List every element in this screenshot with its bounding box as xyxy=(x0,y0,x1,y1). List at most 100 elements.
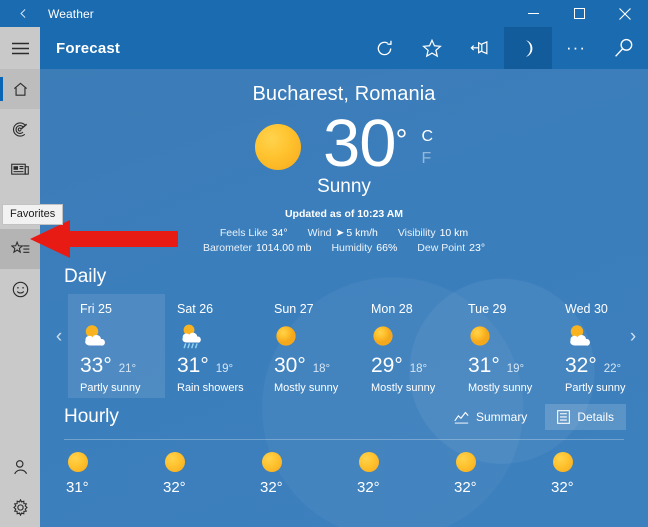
updated-timestamp: Updated as of 10:23 AM xyxy=(284,208,404,220)
current-conditions-row: 30 ° C F xyxy=(40,110,648,178)
sidebar-item-settings[interactable] xyxy=(0,487,40,527)
day-temps: 32° 22° xyxy=(565,354,648,378)
daily-card-sun-27[interactable]: Sun 27 30° 18° Mostly sunny xyxy=(262,294,359,398)
sunny-icon xyxy=(274,323,359,349)
more-options-button[interactable]: ··· xyxy=(552,27,600,69)
detail-barometer: Barometer 1014.00 mb xyxy=(203,242,312,254)
detail-label: Barometer xyxy=(202,242,252,254)
night-mode-button[interactable] xyxy=(504,27,552,69)
page-title: Forecast xyxy=(56,39,121,57)
day-high: 29° xyxy=(371,354,403,377)
day-temps: 30° 18° xyxy=(274,354,359,378)
detail-label: Humidity xyxy=(331,242,373,254)
details-button[interactable]: Details xyxy=(545,404,626,430)
day-low: 22° xyxy=(603,363,622,375)
daily-prev-button[interactable]: ‹ xyxy=(50,326,68,348)
sunny-icon xyxy=(68,452,88,472)
person-icon xyxy=(12,459,29,476)
hourly-cell[interactable]: 32° xyxy=(258,452,355,496)
current-temperature: 30 xyxy=(322,106,397,181)
radar-icon xyxy=(12,121,29,138)
day-high: 32° xyxy=(565,354,597,377)
day-label: Fri 25 xyxy=(80,302,112,316)
day-temps: 29° 18° xyxy=(371,354,456,378)
back-button[interactable] xyxy=(0,0,46,27)
details-label: Details xyxy=(577,410,614,424)
refresh-icon xyxy=(375,39,394,58)
day-description: Partly sunny xyxy=(565,382,626,394)
detail-value: 10 km xyxy=(439,227,469,239)
wind-speed: 5 km/h xyxy=(346,227,378,239)
detail-value: 1014.00 mb xyxy=(255,242,312,254)
day-low: 18° xyxy=(312,363,331,375)
day-description: Partly sunny xyxy=(80,382,141,394)
maximize-button[interactable] xyxy=(556,0,602,27)
weather-app-window: Weather Forecast ··· Bucharest, Romania … xyxy=(0,0,648,527)
detail-dew-point: Dew Point 23° xyxy=(417,242,485,254)
detail-value: ➤ 5 km/h xyxy=(336,227,378,239)
sunny-icon xyxy=(371,323,456,349)
minimize-button[interactable] xyxy=(510,0,556,27)
sidebar-item-favorites[interactable] xyxy=(0,229,40,269)
sidebar-item-maps[interactable] xyxy=(0,109,40,149)
app-header-bar: Forecast ··· xyxy=(40,27,648,69)
hourly-temperature: 32° xyxy=(260,479,283,496)
day-description: Rain showers xyxy=(177,382,244,394)
sunny-icon xyxy=(468,323,553,349)
more-options-icon: ··· xyxy=(566,38,586,57)
day-high: 33° xyxy=(80,354,112,377)
hourly-cell[interactable]: 31° xyxy=(64,452,161,496)
day-low: 19° xyxy=(215,363,234,375)
pin-icon xyxy=(470,39,490,57)
search-icon xyxy=(614,38,634,58)
detail-value: 23° xyxy=(469,242,486,254)
window-title-bar: Weather xyxy=(0,0,648,27)
daily-track: Fri 25 33° 21° Partly sunny Sat 26 31° 1… xyxy=(68,294,626,398)
day-temps: 31° 19° xyxy=(177,354,262,378)
gear-icon xyxy=(12,498,29,516)
day-temps: 31° 19° xyxy=(468,354,553,378)
refresh-button[interactable] xyxy=(360,27,408,69)
hourly-cell[interactable]: 32° xyxy=(549,452,646,496)
search-button[interactable] xyxy=(600,27,648,69)
sidebar-item-hamburger-menu[interactable] xyxy=(0,27,40,69)
detail-feels-like: Feels Like 34° xyxy=(220,227,288,239)
hourly-cell[interactable]: 32° xyxy=(355,452,452,496)
home-icon xyxy=(12,81,29,98)
detail-label: Wind xyxy=(307,227,332,239)
daily-card-sat-26[interactable]: Sat 26 31° 19° Rain showers xyxy=(165,294,262,398)
sidebar-item-send-feedback[interactable] xyxy=(0,269,40,309)
window-title: Weather xyxy=(48,6,94,21)
detail-visibility: Visibility 10 km xyxy=(398,227,468,239)
current-details: Feels Like 34° Wind ➤ 5 km/h Visibility 10 k… xyxy=(40,227,648,254)
sidebar-item-news[interactable] xyxy=(0,149,40,189)
daily-card-fri-25[interactable]: Fri 25 33° 21° Partly sunny xyxy=(68,294,165,398)
hourly-temperature: 31° xyxy=(66,479,89,496)
hourly-cell[interactable]: 32° xyxy=(161,452,258,496)
sidebar-item-forecast[interactable] xyxy=(0,69,40,109)
summary-button[interactable]: Summary xyxy=(442,404,539,430)
pin-button[interactable] xyxy=(456,27,504,69)
day-low: 18° xyxy=(409,363,428,375)
day-low: 19° xyxy=(506,363,525,375)
daily-card-wed-30[interactable]: Wed 30 32° 22° Partly sunny xyxy=(553,294,648,398)
hourly-cell[interactable]: 32° xyxy=(452,452,549,496)
detail-value: 34° xyxy=(271,227,288,239)
add-favorite-button[interactable] xyxy=(408,27,456,69)
sidebar-item-account[interactable] xyxy=(0,447,40,487)
location-name: Bucharest, Romania xyxy=(252,83,436,105)
detail-humidity: Humidity 66% xyxy=(331,242,397,254)
unit-fahrenheit-button[interactable]: F xyxy=(421,148,433,170)
partly-sunny-icon xyxy=(565,323,648,349)
daily-card-tue-29[interactable]: Tue 29 31° 19° Mostly sunny xyxy=(456,294,553,398)
daily-section-title: Daily xyxy=(64,266,107,287)
day-description: Mostly sunny xyxy=(274,382,339,394)
day-label: Wed 30 xyxy=(565,302,608,316)
daily-forecast: ‹ › Fri 25 33° 21° Partly sunny Sat 26 3… xyxy=(40,294,648,398)
close-button[interactable] xyxy=(602,0,648,27)
unit-celsius-button[interactable]: C xyxy=(421,126,433,148)
day-label: Sun 27 xyxy=(274,302,314,316)
wind-direction-arrow-icon: ➤ xyxy=(335,227,345,239)
hourly-header: Hourly Summary Details xyxy=(40,404,648,430)
daily-card-mon-28[interactable]: Mon 28 29° 18° Mostly sunny xyxy=(359,294,456,398)
